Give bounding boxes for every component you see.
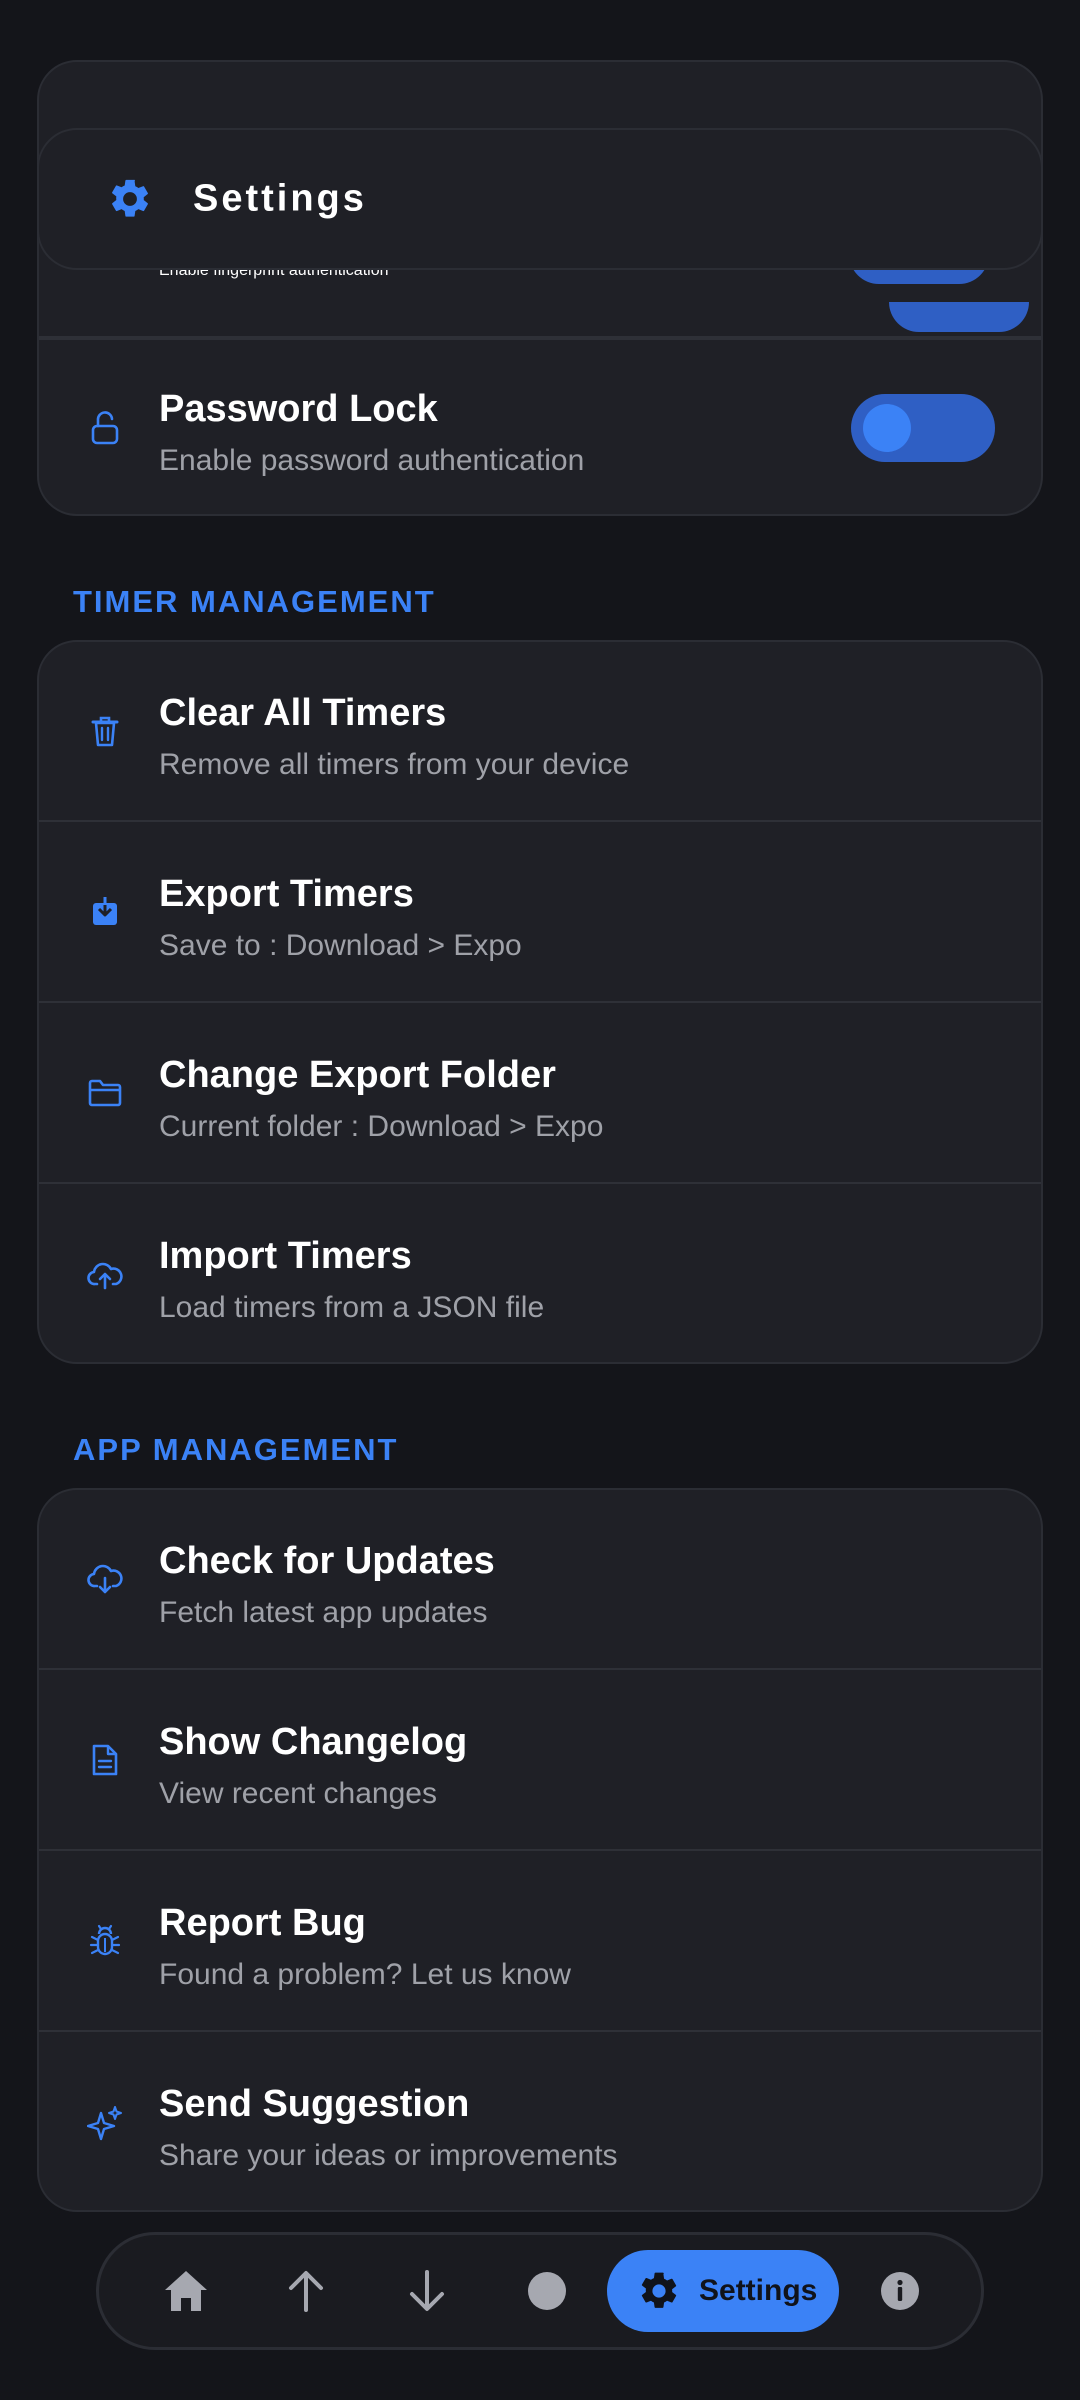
home-icon	[165, 2271, 207, 2311]
nav-circle-button[interactable]	[519, 2263, 575, 2319]
nav-home-button[interactable]	[158, 2263, 214, 2319]
send-suggestion-row[interactable]: Send Suggestion Share your ideas or impr…	[39, 2033, 1041, 2210]
change-export-folder-subtitle: Current folder : Download > Expo	[159, 1110, 604, 1143]
app-management-card: Check for Updates Fetch latest app updat…	[37, 1488, 1043, 2212]
report-bug-row[interactable]: Report Bug Found a problem? Let us know	[39, 1852, 1041, 2032]
page-title: Settings	[193, 177, 367, 220]
sparkles-icon	[85, 2103, 125, 2143]
password-lock-title: Password Lock	[159, 388, 438, 430]
change-export-folder-row[interactable]: Change Export Folder Current folder : Do…	[39, 1004, 1041, 1184]
clear-all-timers-title: Clear All Timers	[159, 692, 447, 734]
import-timers-title: Import Timers	[159, 1235, 412, 1277]
password-lock-row[interactable]: Password Lock Enable password authentica…	[39, 338, 1041, 514]
report-bug-title: Report Bug	[159, 1902, 366, 1944]
import-timers-row[interactable]: Import Timers Load timers from a JSON fi…	[39, 1185, 1041, 1362]
gear-icon	[641, 2272, 677, 2308]
check-for-updates-title: Check for Updates	[159, 1540, 495, 1582]
nav-info-button[interactable]	[872, 2263, 928, 2319]
settings-header: Settings	[37, 128, 1043, 270]
toggle-knob	[863, 404, 911, 452]
app-management-label: APP MANAGEMENT	[73, 1432, 399, 1467]
clear-all-timers-row[interactable]: Clear All Timers Remove all timers from …	[39, 642, 1041, 822]
timer-management-label: TIMER MANAGEMENT	[73, 584, 436, 619]
timer-management-card: Clear All Timers Remove all timers from …	[37, 640, 1043, 1364]
show-changelog-row[interactable]: Show Changelog View recent changes	[39, 1671, 1041, 1851]
export-timers-row[interactable]: Export Timers Save to : Download > Expo	[39, 823, 1041, 1003]
circle-icon	[528, 2272, 566, 2310]
nav-settings-button[interactable]: Settings	[607, 2250, 839, 2332]
clear-all-timers-subtitle: Remove all timers from your device	[159, 748, 630, 781]
bug-icon	[85, 1921, 125, 1961]
password-lock-subtitle: Enable password authentication	[159, 444, 585, 477]
trash-icon	[85, 711, 125, 751]
report-bug-subtitle: Found a problem? Let us know	[159, 1958, 571, 1991]
change-export-folder-title: Change Export Folder	[159, 1054, 556, 1096]
check-for-updates-row[interactable]: Check for Updates Fetch latest app updat…	[39, 1490, 1041, 1670]
check-for-updates-subtitle: Fetch latest app updates	[159, 1596, 488, 1629]
arrow-down-icon	[410, 2270, 444, 2311]
import-timers-subtitle: Load timers from a JSON file	[159, 1291, 545, 1324]
unlock-icon	[85, 408, 125, 448]
show-changelog-title: Show Changelog	[159, 1721, 468, 1763]
download-icon	[85, 892, 125, 932]
send-suggestion-title: Send Suggestion	[159, 2083, 470, 2125]
nav-settings-label: Settings	[699, 2274, 818, 2307]
folder-icon	[85, 1073, 125, 1113]
info-icon	[881, 2272, 919, 2310]
fingerprint-toggle[interactable]	[889, 302, 1029, 332]
arrow-up-icon	[289, 2271, 323, 2312]
show-changelog-subtitle: View recent changes	[159, 1777, 437, 1810]
bottom-nav: Settings	[96, 2232, 984, 2350]
export-timers-subtitle: Save to : Download > Expo	[159, 929, 522, 962]
nav-down-button[interactable]	[399, 2263, 455, 2319]
cloud-download-icon	[85, 1559, 125, 1599]
nav-up-button[interactable]	[278, 2263, 334, 2319]
document-icon	[85, 1740, 125, 1780]
send-suggestion-subtitle: Share your ideas or improvements	[159, 2139, 618, 2172]
password-lock-toggle[interactable]	[851, 394, 995, 462]
cloud-upload-icon	[85, 1255, 125, 1295]
settings-scroll-area[interactable]: Enable fingerprint authentication Enable…	[0, 0, 1080, 2400]
gear-icon	[112, 179, 148, 217]
export-timers-title: Export Timers	[159, 873, 414, 915]
